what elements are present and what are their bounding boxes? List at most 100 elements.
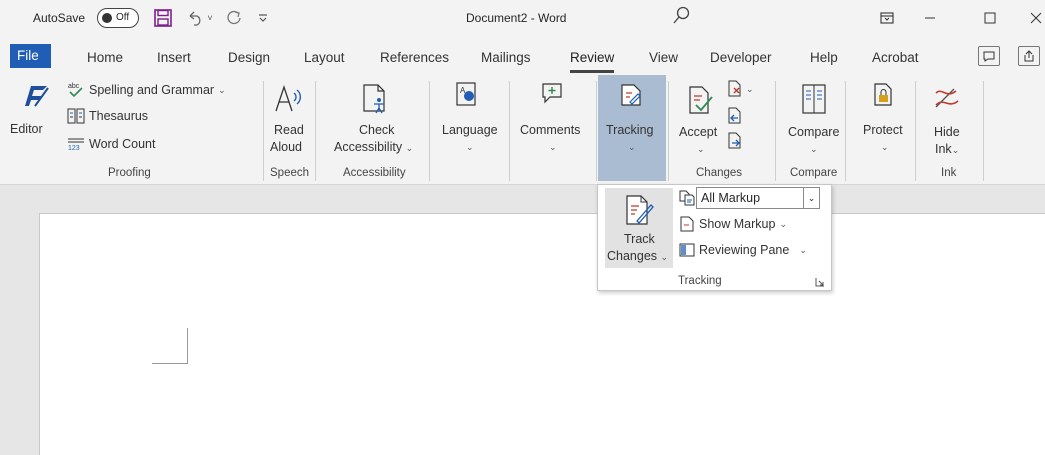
- accessibility-dropdown[interactable]: Accessibility ⌄: [334, 139, 413, 157]
- tracking-dropdown-panel: Track Changes ⌄ All Markup ⌄ Show Markup…: [597, 184, 832, 291]
- compare-button[interactable]: Compare: [788, 124, 839, 141]
- accessibility-label: Accessibility: [334, 140, 403, 154]
- tab-view[interactable]: View: [649, 50, 678, 65]
- maximize-icon[interactable]: [975, 3, 1005, 33]
- spelling-check-icon: abc: [68, 83, 83, 98]
- title-bar: AutoSave Off ˅ Document2 - Word: [0, 0, 1045, 37]
- spelling-grammar-button[interactable]: abc Spelling and Grammar ⌄: [67, 81, 226, 99]
- dialog-launcher-icon[interactable]: [815, 277, 825, 287]
- tab-developer[interactable]: Developer: [710, 50, 772, 65]
- hide-label[interactable]: Hide: [934, 124, 960, 141]
- group-label-speech: Speech: [270, 167, 310, 179]
- changes-label: Changes: [607, 249, 658, 263]
- track-changes-button[interactable]: Track Changes ⌄: [605, 188, 673, 268]
- undo-icon[interactable]: [184, 6, 206, 30]
- undo-dropdown-icon[interactable]: ˅: [204, 6, 216, 30]
- tab-file[interactable]: File: [10, 44, 51, 68]
- aloud-label[interactable]: Aloud: [270, 139, 302, 156]
- group-separator: [915, 81, 916, 181]
- page-margin-marker: [152, 328, 188, 364]
- chevron-down-icon[interactable]: ⌄: [466, 139, 474, 156]
- group-label-proofing: Proofing: [108, 167, 151, 179]
- save-icon[interactable]: [152, 6, 174, 30]
- accept-icon: [688, 85, 714, 115]
- reviewing-pane-button[interactable]: Reviewing Pane ⌄: [679, 242, 807, 258]
- markup-select-value: All Markup: [701, 191, 761, 205]
- protect-button[interactable]: Protect: [863, 122, 903, 139]
- show-markup-button[interactable]: Show Markup ⌄: [679, 216, 787, 232]
- autosave-state: Off: [116, 12, 130, 23]
- chevron-down-icon: ⌄: [660, 252, 669, 262]
- close-icon[interactable]: [1030, 3, 1045, 33]
- chevron-down-icon: ⌄: [803, 188, 819, 208]
- protect-icon: [873, 82, 895, 108]
- chevron-down-icon: ⌄: [218, 84, 226, 95]
- hide-ink-icon: [932, 83, 962, 113]
- word-count-icon: 123: [68, 138, 84, 151]
- chevron-down-icon[interactable]: ⌄: [810, 141, 818, 158]
- comments-icon[interactable]: [978, 46, 1000, 66]
- redo-icon[interactable]: [224, 6, 246, 30]
- tab-design[interactable]: Design: [228, 50, 270, 65]
- accept-button[interactable]: Accept: [679, 124, 717, 141]
- ribbon: Editor abc Spelling and Grammar ⌄ Thesau…: [0, 75, 1045, 185]
- markup-select[interactable]: All Markup ⌄: [696, 187, 820, 209]
- ink-label: Ink: [935, 142, 952, 156]
- chevron-down-icon[interactable]: ⌄: [697, 141, 705, 158]
- group-separator: [775, 81, 776, 181]
- group-separator: [845, 81, 846, 181]
- tab-help[interactable]: Help: [810, 50, 838, 65]
- word-count-label: Word Count: [89, 137, 156, 151]
- chevron-down-icon[interactable]: ⌄: [628, 139, 636, 156]
- read-label[interactable]: Read: [274, 122, 304, 139]
- check-label[interactable]: Check: [359, 122, 394, 139]
- tab-review[interactable]: Review: [570, 50, 615, 73]
- ink-dropdown[interactable]: Ink⌄: [935, 141, 959, 159]
- compare-icon: [802, 84, 826, 114]
- group-separator: [429, 81, 430, 181]
- svg-text:123: 123: [68, 145, 80, 151]
- chevron-down-icon[interactable]: ⌄: [549, 139, 557, 156]
- display-for-review-icon: [679, 190, 695, 206]
- chevron-down-icon[interactable]: ⌄: [881, 139, 889, 156]
- chevron-down-icon: ⌄: [405, 143, 414, 153]
- word-count-button[interactable]: 123 Word Count: [67, 137, 155, 151]
- ribbon-tabs: File Home Insert Design Layout Reference…: [0, 37, 1045, 75]
- tab-mailings[interactable]: Mailings: [481, 50, 531, 65]
- tab-references[interactable]: References: [380, 50, 449, 65]
- spelling-grammar-label: Spelling and Grammar: [89, 83, 215, 97]
- tab-home[interactable]: Home: [87, 50, 123, 65]
- editor-button[interactable]: Editor: [10, 121, 43, 138]
- thesaurus-icon: [67, 108, 85, 124]
- customize-toolbar-icon[interactable]: [252, 6, 274, 30]
- share-icon[interactable]: [1018, 46, 1040, 66]
- svg-text:abc: abc: [68, 83, 80, 90]
- thesaurus-button[interactable]: Thesaurus: [67, 108, 148, 124]
- next-change-icon[interactable]: [727, 132, 743, 150]
- previous-change-icon[interactable]: [727, 107, 743, 125]
- group-separator: [668, 81, 669, 181]
- show-markup-icon: [680, 216, 694, 232]
- svg-text:A: A: [460, 86, 466, 95]
- editor-icon: [22, 80, 50, 110]
- minimize-icon[interactable]: [915, 3, 945, 33]
- group-separator: [509, 81, 510, 181]
- tracking-button[interactable]: Tracking: [606, 122, 653, 139]
- comments-button[interactable]: Comments: [520, 122, 580, 139]
- search-icon[interactable]: [670, 4, 692, 28]
- reject-icon[interactable]: [727, 80, 743, 98]
- tab-insert[interactable]: Insert: [157, 50, 191, 65]
- group-label-changes: Changes: [696, 167, 743, 179]
- tab-layout[interactable]: Layout: [304, 50, 345, 65]
- group-separator: [983, 81, 984, 181]
- document-area: [0, 186, 1045, 455]
- language-button[interactable]: Language: [442, 122, 498, 139]
- reject-chevron-icon[interactable]: ⌄: [746, 84, 754, 95]
- tab-acrobat[interactable]: Acrobat: [872, 50, 919, 65]
- document-page[interactable]: [39, 213, 1045, 455]
- ribbon-display-options-icon[interactable]: [872, 3, 902, 33]
- autosave-toggle[interactable]: Off: [97, 8, 139, 28]
- group-label-compare: Compare: [790, 167, 838, 179]
- new-comment-icon: [541, 82, 563, 104]
- group-label-tracking: Tracking: [678, 275, 722, 287]
